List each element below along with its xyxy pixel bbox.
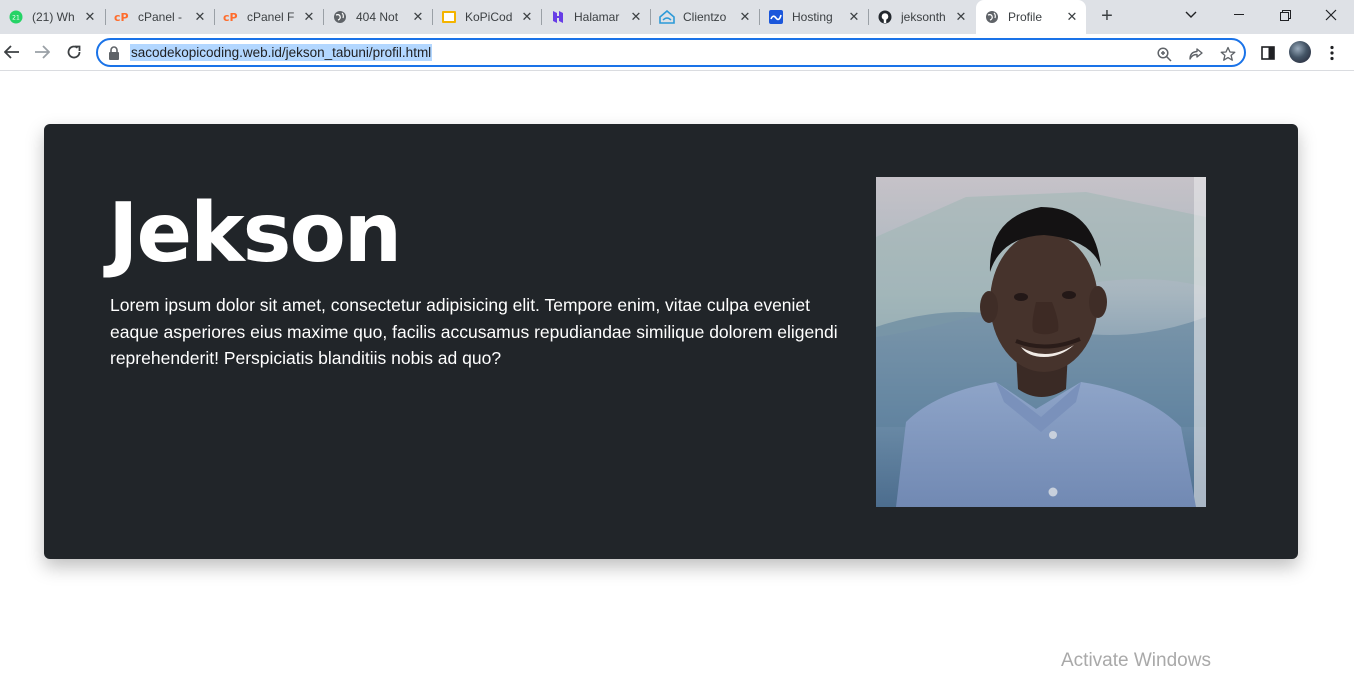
zoom-icon[interactable] xyxy=(1154,44,1174,64)
cpanel-icon: cP xyxy=(114,9,130,25)
close-window-button[interactable] xyxy=(1308,0,1354,30)
tab-hosting[interactable]: Hosting ✕ xyxy=(760,0,868,34)
menu-button[interactable] xyxy=(1320,41,1344,65)
whatsapp-icon: 21 xyxy=(8,9,24,25)
arrow-left-icon xyxy=(4,45,19,59)
tab-title: Clientzo xyxy=(683,10,727,24)
svg-text:cP: cP xyxy=(223,11,238,23)
browser-toolbar: sacodekopicoding.web.id/jekson_tabuni/pr… xyxy=(0,34,1354,71)
kebab-menu-icon xyxy=(1330,45,1334,61)
profile-name: Jekson xyxy=(108,186,402,281)
close-icon[interactable]: ✕ xyxy=(953,9,969,25)
share-icon[interactable] xyxy=(1186,44,1206,64)
clientzone-icon xyxy=(659,9,675,25)
profile-photo xyxy=(876,177,1206,507)
minimize-button[interactable] xyxy=(1216,0,1262,30)
tab-cpanel-2[interactable]: cP cPanel F ✕ xyxy=(215,0,323,34)
tab-halaman[interactable]: Halamar ✕ xyxy=(542,0,650,34)
close-icon[interactable]: ✕ xyxy=(82,9,98,25)
chevron-down-icon xyxy=(1185,11,1197,18)
close-icon[interactable]: ✕ xyxy=(301,9,317,25)
tab-title: Hosting xyxy=(792,10,833,24)
tab-title: (21) Wh xyxy=(32,10,75,24)
close-icon[interactable]: ✕ xyxy=(737,9,753,25)
tab-github[interactable]: jeksonth ✕ xyxy=(869,0,975,34)
new-tab-button[interactable]: + xyxy=(1096,5,1118,27)
profile-avatar[interactable] xyxy=(1289,41,1311,63)
tab-title: Profile xyxy=(1008,10,1043,24)
tab-search-button[interactable] xyxy=(1168,0,1214,30)
tab-title: Halamar xyxy=(574,10,620,24)
tab-cpanel-1[interactable]: cP cPanel - ✕ xyxy=(106,0,214,34)
kopicoding-icon xyxy=(441,9,457,25)
url-text[interactable]: sacodekopicoding.web.id/jekson_tabuni/pr… xyxy=(130,44,433,61)
side-panel-button[interactable] xyxy=(1256,41,1280,65)
svg-text:21: 21 xyxy=(12,15,20,22)
arrow-right-icon xyxy=(35,45,50,59)
tab-title: 404 Not xyxy=(356,10,399,24)
close-icon[interactable]: ✕ xyxy=(192,9,208,25)
tab-whatsapp[interactable]: 21 (21) Wh ✕ xyxy=(0,0,104,34)
close-icon[interactable]: ✕ xyxy=(846,9,862,25)
globe-icon xyxy=(984,9,1000,25)
github-icon xyxy=(877,9,893,25)
close-icon[interactable]: ✕ xyxy=(519,9,535,25)
tab-title: jeksonth xyxy=(901,10,946,24)
reload-icon xyxy=(67,45,81,59)
hosting-icon xyxy=(768,9,784,25)
restore-icon xyxy=(1279,9,1291,21)
restore-button[interactable] xyxy=(1262,0,1308,30)
tab-kopicoding[interactable]: KoPiCod ✕ xyxy=(433,0,541,34)
reload-button[interactable] xyxy=(62,40,86,64)
tab-title: cPanel F xyxy=(247,10,295,24)
tab-title: KoPiCod xyxy=(465,10,513,24)
lock-icon[interactable] xyxy=(108,46,120,60)
activate-windows-watermark: Activate Windows xyxy=(1061,650,1211,671)
cpanel-icon: cP xyxy=(223,9,239,25)
close-icon xyxy=(1325,9,1337,21)
globe-icon xyxy=(332,9,348,25)
tab-strip: 21 (21) Wh ✕ cP cPanel - ✕ cP cPanel F ✕… xyxy=(0,0,1354,34)
star-icon[interactable] xyxy=(1218,44,1238,64)
tab-clientzone[interactable]: Clientzo ✕ xyxy=(651,0,759,34)
tab-profile[interactable]: Profile ✕ xyxy=(976,0,1086,34)
profile-bio: Lorem ipsum dolor sit amet, consectetur … xyxy=(110,295,838,368)
close-icon[interactable]: ✕ xyxy=(1064,9,1080,25)
hostinger-icon xyxy=(550,9,566,25)
profile-hero: Jekson Lorem ipsum dolor sit amet, conse… xyxy=(44,124,1298,559)
side-panel-icon xyxy=(1261,46,1275,60)
minimize-icon xyxy=(1234,14,1244,15)
close-icon[interactable]: ✕ xyxy=(410,9,426,25)
address-bar[interactable]: sacodekopicoding.web.id/jekson_tabuni/pr… xyxy=(96,38,1246,67)
back-button[interactable] xyxy=(0,40,24,64)
tab-title: cPanel - xyxy=(138,10,183,24)
svg-text:cP: cP xyxy=(114,11,129,23)
forward-button[interactable] xyxy=(30,40,54,64)
close-icon[interactable]: ✕ xyxy=(628,9,644,25)
tab-404[interactable]: 404 Not ✕ xyxy=(324,0,432,34)
